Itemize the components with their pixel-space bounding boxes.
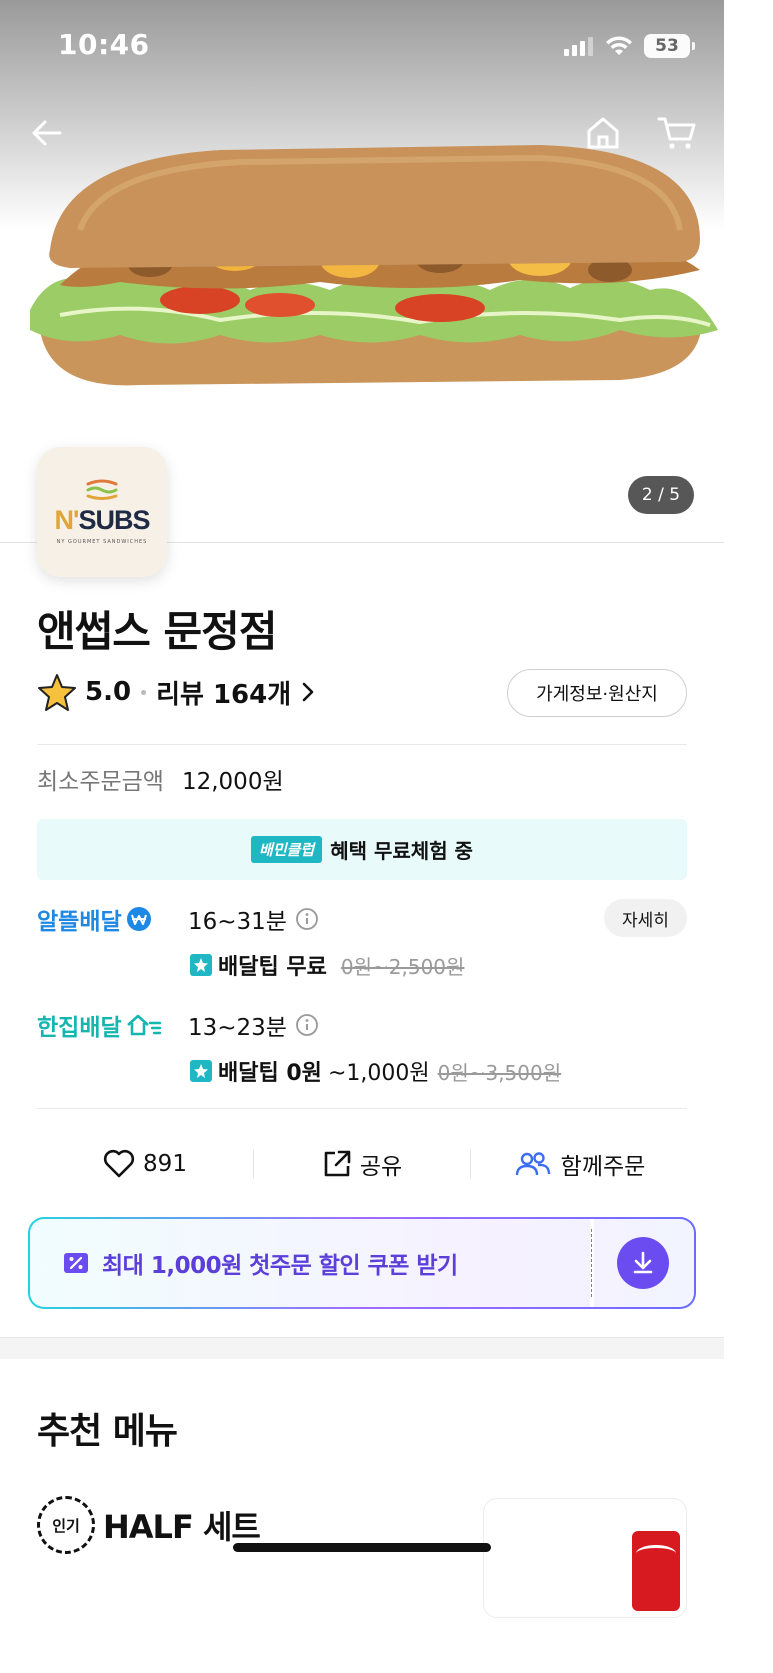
section-divider xyxy=(0,1337,724,1359)
info-icon[interactable] xyxy=(295,1013,319,1037)
single-fee-original: 0원~3,500원 xyxy=(437,1060,562,1085)
sandwich-logo-icon xyxy=(86,479,118,500)
single-delivery-label: 한집배달 xyxy=(37,1008,162,1042)
star-icon xyxy=(38,674,76,711)
status-bar: 10:46 53 xyxy=(0,0,724,92)
saver-delivery-text: 알뜰배달 xyxy=(37,909,122,935)
rating-row[interactable]: 5.0 리뷰 164개 xyxy=(37,670,315,714)
action-bar: 891 공유 함께주문 xyxy=(37,1136,687,1192)
delivery-detail-button[interactable]: 자세히 xyxy=(604,899,687,937)
like-button[interactable]: 891 xyxy=(37,1149,253,1179)
recommended-menu-title: 추천 메뉴 xyxy=(37,1411,178,1452)
single-delivery-time-row: 13~23분 xyxy=(188,1008,319,1042)
share-label: 공유 xyxy=(359,1154,403,1180)
store-logo: N'SUBS NY GOURMET SANDWICHES xyxy=(37,447,167,577)
saver-delivery-time-row: 16~31분 xyxy=(188,902,319,936)
info-icon[interactable] xyxy=(295,907,319,931)
coupon-divider xyxy=(590,1219,594,1307)
review-count-link[interactable]: 리뷰 164개 xyxy=(156,674,291,711)
download-icon xyxy=(633,1251,653,1274)
status-icons: 53 xyxy=(564,30,695,62)
store-info-button[interactable]: 가게정보·원산지 xyxy=(507,669,687,717)
cola-can-image xyxy=(632,1531,680,1611)
saver-fee-row: 배달팁 무료 0원~2,500원 xyxy=(190,949,464,981)
coupon-text: 최대 1,000원 첫주문 할인 쿠폰 받기 xyxy=(102,1253,458,1279)
store-name: 앤썹스 문정점 xyxy=(37,607,277,656)
like-count: 891 xyxy=(143,1151,187,1177)
club-banner-text: 혜택 무료체험 중 xyxy=(330,839,473,863)
fast-house-icon xyxy=(126,1014,161,1036)
saver-delivery-label: 알뜰배달 xyxy=(37,902,152,936)
logo-tagline: NY GOURMET SANDWICHES xyxy=(56,539,148,545)
club-star-icon xyxy=(190,1060,212,1082)
rating-value: 5.0 xyxy=(85,677,132,707)
home-indicator xyxy=(233,1543,491,1552)
cellular-signal-icon xyxy=(564,37,593,56)
logo-wordmark: N'SUBS xyxy=(54,505,151,536)
popular-badge: 인기 xyxy=(37,1496,95,1554)
logo-wordmark-rest: SUBS xyxy=(78,505,150,535)
group-users-icon xyxy=(515,1152,550,1176)
min-order-label: 최소주문금액 xyxy=(37,769,164,795)
status-time: 10:46 xyxy=(58,28,150,61)
share-button[interactable]: 공유 xyxy=(254,1147,470,1181)
battery-indicator: 53 xyxy=(644,34,695,58)
coupon-download-button[interactable] xyxy=(617,1237,669,1289)
menu-item[interactable]: 인기 HALF 세트 xyxy=(37,1496,261,1554)
min-order-row: 최소주문금액 12,000원 xyxy=(37,762,284,796)
separator-dot xyxy=(141,689,147,695)
saver-delivery-time: 16~31분 xyxy=(188,909,287,935)
single-delivery-text: 한집배달 xyxy=(37,1015,122,1041)
group-order-label: 함께주문 xyxy=(560,1154,646,1180)
divider xyxy=(37,1108,687,1109)
share-icon xyxy=(324,1150,351,1177)
heart-icon xyxy=(103,1149,135,1178)
single-fee-row: 배달팁 0원 ~1,000원 0원~3,500원 xyxy=(190,1055,561,1087)
single-fee-bold: 배달팁 0원 xyxy=(218,1061,322,1086)
logo-wordmark-n: N' xyxy=(54,505,80,535)
saver-fee-bold: 배달팁 무료 xyxy=(218,955,327,980)
chevron-right-icon xyxy=(302,682,314,702)
single-fee-rest: ~1,000원 xyxy=(327,1061,430,1086)
min-order-value: 12,000원 xyxy=(181,769,284,795)
single-delivery-time: 13~23분 xyxy=(188,1015,287,1041)
percent-coupon-icon xyxy=(64,1253,88,1273)
won-coin-icon xyxy=(126,907,151,931)
first-order-coupon-banner[interactable]: 최대 1,000원 첫주문 할인 쿠폰 받기 xyxy=(28,1217,696,1309)
menu-item-name: HALF 세트 xyxy=(103,1508,261,1546)
sandwich-photo xyxy=(30,145,718,386)
group-order-button[interactable]: 함께주문 xyxy=(471,1147,687,1181)
divider xyxy=(37,744,687,745)
saver-fee-original: 0원~2,500원 xyxy=(340,954,465,979)
club-star-icon xyxy=(190,954,212,976)
baemin-club-badge: 배민클럽 xyxy=(251,836,323,863)
menu-item-image[interactable] xyxy=(483,1498,687,1618)
baemin-club-banner[interactable]: 배민클럽 혜택 무료체험 중 xyxy=(37,819,687,880)
wifi-icon xyxy=(606,36,632,55)
image-page-indicator: 2 / 5 xyxy=(628,476,694,514)
